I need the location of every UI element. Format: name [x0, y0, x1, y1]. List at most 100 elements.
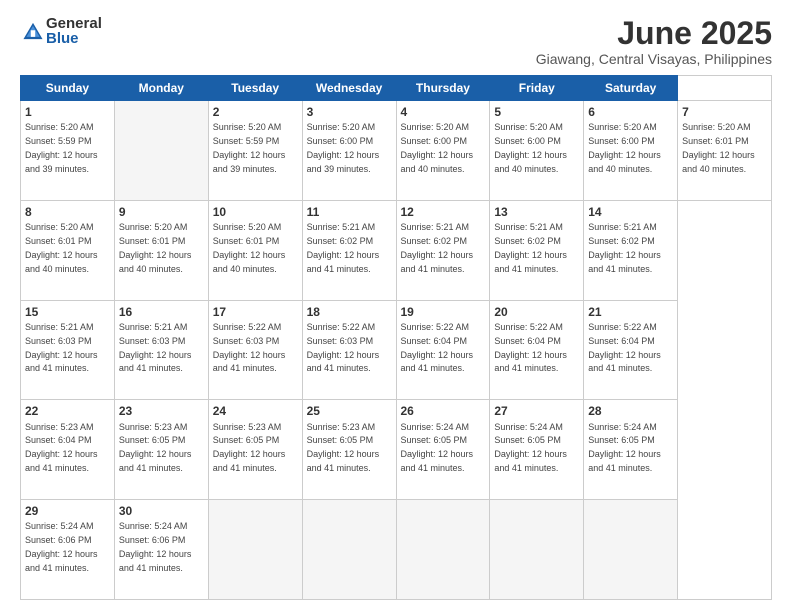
header: General Blue June 2025 Giawang, Central … [20, 16, 772, 67]
day-info: Sunrise: 5:20 AMSunset: 6:00 PMDaylight:… [307, 122, 380, 173]
calendar-cell-30: 30 Sunrise: 5:24 AMSunset: 6:06 PMDayligh… [114, 500, 208, 600]
day-number: 27 [494, 403, 579, 419]
calendar-cell-empty [584, 500, 678, 600]
logo-blue: Blue [46, 31, 102, 46]
day-number: 23 [119, 403, 204, 419]
day-number: 11 [307, 204, 392, 220]
day-info: Sunrise: 5:20 AMSunset: 5:59 PMDaylight:… [25, 122, 98, 173]
day-number: 9 [119, 204, 204, 220]
day-number: 7 [682, 104, 767, 120]
day-info: Sunrise: 5:21 AMSunset: 6:02 PMDaylight:… [401, 222, 474, 273]
month-title: June 2025 [536, 16, 772, 51]
day-info: Sunrise: 5:22 AMSunset: 6:04 PMDaylight:… [494, 322, 567, 373]
day-info: Sunrise: 5:21 AMSunset: 6:02 PMDaylight:… [588, 222, 661, 273]
calendar-cell-23: 23 Sunrise: 5:23 AMSunset: 6:05 PMDayligh… [114, 400, 208, 500]
calendar-cell-21: 21 Sunrise: 5:22 AMSunset: 6:04 PMDayligh… [584, 300, 678, 400]
day-number: 28 [588, 403, 673, 419]
day-number: 30 [119, 503, 204, 519]
calendar-cell-24: 24 Sunrise: 5:23 AMSunset: 6:05 PMDayligh… [208, 400, 302, 500]
day-number: 13 [494, 204, 579, 220]
calendar-cell-1: 1 Sunrise: 5:20 AMSunset: 5:59 PMDaylight… [21, 101, 115, 201]
day-number: 10 [213, 204, 298, 220]
day-info: Sunrise: 5:22 AMSunset: 6:03 PMDaylight:… [307, 322, 380, 373]
title-block: June 2025 Giawang, Central Visayas, Phil… [536, 16, 772, 67]
day-number: 4 [401, 104, 486, 120]
calendar-cell-3: 3 Sunrise: 5:20 AMSunset: 6:00 PMDaylight… [302, 101, 396, 201]
day-number: 20 [494, 304, 579, 320]
day-number: 1 [25, 104, 110, 120]
calendar-cell-9: 9 Sunrise: 5:20 AMSunset: 6:01 PMDaylight… [114, 200, 208, 300]
calendar-cell-29: 29 Sunrise: 5:24 AMSunset: 6:06 PMDayligh… [21, 500, 115, 600]
day-info: Sunrise: 5:22 AMSunset: 6:03 PMDaylight:… [213, 322, 286, 373]
day-number: 3 [307, 104, 392, 120]
day-number: 18 [307, 304, 392, 320]
col-header-thursday: Thursday [396, 76, 490, 101]
calendar-cell-empty [396, 500, 490, 600]
day-number: 15 [25, 304, 110, 320]
day-info: Sunrise: 5:24 AMSunset: 6:05 PMDaylight:… [588, 422, 661, 473]
calendar-cell-27: 27 Sunrise: 5:24 AMSunset: 6:05 PMDayligh… [490, 400, 584, 500]
calendar-cell-28: 28 Sunrise: 5:24 AMSunset: 6:05 PMDayligh… [584, 400, 678, 500]
logo: General Blue [20, 16, 102, 46]
day-info: Sunrise: 5:24 AMSunset: 6:05 PMDaylight:… [494, 422, 567, 473]
calendar-cell-8: 8Sunrise: 5:20 AMSunset: 6:01 PMDaylight… [21, 200, 115, 300]
calendar-cell-18: 18 Sunrise: 5:22 AMSunset: 6:03 PMDayligh… [302, 300, 396, 400]
calendar-cell-empty [208, 500, 302, 600]
calendar-cell-7: 7Sunrise: 5:20 AMSunset: 6:01 PMDaylight… [678, 101, 772, 201]
day-info: Sunrise: 5:20 AMSunset: 6:01 PMDaylight:… [119, 222, 192, 273]
calendar-cell-14: 14 Sunrise: 5:21 AMSunset: 6:02 PMDayligh… [584, 200, 678, 300]
day-number: 24 [213, 403, 298, 419]
day-number: 14 [588, 204, 673, 220]
day-info: Sunrise: 5:21 AMSunset: 6:03 PMDaylight:… [119, 322, 192, 373]
day-number: 5 [494, 104, 579, 120]
day-info: Sunrise: 5:21 AMSunset: 6:02 PMDaylight:… [307, 222, 380, 273]
day-number: 21 [588, 304, 673, 320]
day-info: Sunrise: 5:24 AMSunset: 6:06 PMDaylight:… [119, 521, 192, 572]
col-header-saturday: Saturday [584, 76, 678, 101]
day-info: Sunrise: 5:20 AMSunset: 5:59 PMDaylight:… [213, 122, 286, 173]
calendar-cell-2: 2 Sunrise: 5:20 AMSunset: 5:59 PMDaylight… [208, 101, 302, 201]
day-info: Sunrise: 5:23 AMSunset: 6:05 PMDaylight:… [307, 422, 380, 473]
col-header-monday: Monday [114, 76, 208, 101]
col-header-tuesday: Tuesday [208, 76, 302, 101]
day-info: Sunrise: 5:23 AMSunset: 6:04 PMDaylight:… [25, 422, 98, 473]
logo-text: General Blue [46, 16, 102, 46]
day-info: Sunrise: 5:23 AMSunset: 6:05 PMDaylight:… [213, 422, 286, 473]
day-number: 29 [25, 503, 110, 519]
calendar-cell-empty [490, 500, 584, 600]
calendar-cell-20: 20 Sunrise: 5:22 AMSunset: 6:04 PMDayligh… [490, 300, 584, 400]
day-number: 19 [401, 304, 486, 320]
day-info: Sunrise: 5:22 AMSunset: 6:04 PMDaylight:… [588, 322, 661, 373]
calendar-cell-6: 6Sunrise: 5:20 AMSunset: 6:00 PMDaylight… [584, 101, 678, 201]
day-number: 25 [307, 403, 392, 419]
calendar-row: 22 Sunrise: 5:23 AMSunset: 6:04 PMDayligh… [21, 400, 772, 500]
calendar-table: SundayMondayTuesdayWednesdayThursdayFrid… [20, 75, 772, 600]
calendar-row: 29 Sunrise: 5:24 AMSunset: 6:06 PMDayligh… [21, 500, 772, 600]
day-number: 6 [588, 104, 673, 120]
day-info: Sunrise: 5:24 AMSunset: 6:06 PMDaylight:… [25, 521, 98, 572]
col-header-sunday: Sunday [21, 76, 115, 101]
day-info: Sunrise: 5:23 AMSunset: 6:05 PMDaylight:… [119, 422, 192, 473]
day-info: Sunrise: 5:24 AMSunset: 6:05 PMDaylight:… [401, 422, 474, 473]
day-info: Sunrise: 5:20 AMSunset: 6:01 PMDaylight:… [213, 222, 286, 273]
day-info: Sunrise: 5:20 AMSunset: 6:00 PMDaylight:… [401, 122, 474, 173]
day-number: 26 [401, 403, 486, 419]
col-header-friday: Friday [490, 76, 584, 101]
calendar-cell-15: 15Sunrise: 5:21 AMSunset: 6:03 PMDayligh… [21, 300, 115, 400]
calendar-cell-19: 19Sunrise: 5:22 AMSunset: 6:04 PMDayligh… [396, 300, 490, 400]
calendar-cell-empty [114, 101, 208, 201]
day-number: 8 [25, 204, 110, 220]
day-number: 2 [213, 104, 298, 120]
day-number: 22 [25, 403, 110, 419]
calendar-cell-empty [302, 500, 396, 600]
logo-general: General [46, 16, 102, 31]
day-number: 17 [213, 304, 298, 320]
day-info: Sunrise: 5:21 AMSunset: 6:02 PMDaylight:… [494, 222, 567, 273]
day-number: 16 [119, 304, 204, 320]
day-number: 12 [401, 204, 486, 220]
col-header-wednesday: Wednesday [302, 76, 396, 101]
calendar-cell-5: 5Sunrise: 5:20 AMSunset: 6:00 PMDaylight… [490, 101, 584, 201]
calendar-cell-10: 10 Sunrise: 5:20 AMSunset: 6:01 PMDayligh… [208, 200, 302, 300]
calendar-row: 8 Sunrise: 5:20 AMSunset: 6:01 PMDaylight… [21, 200, 772, 300]
calendar-cell-13: 13 Sunrise: 5:21 AMSunset: 6:02 PMDayligh… [490, 200, 584, 300]
